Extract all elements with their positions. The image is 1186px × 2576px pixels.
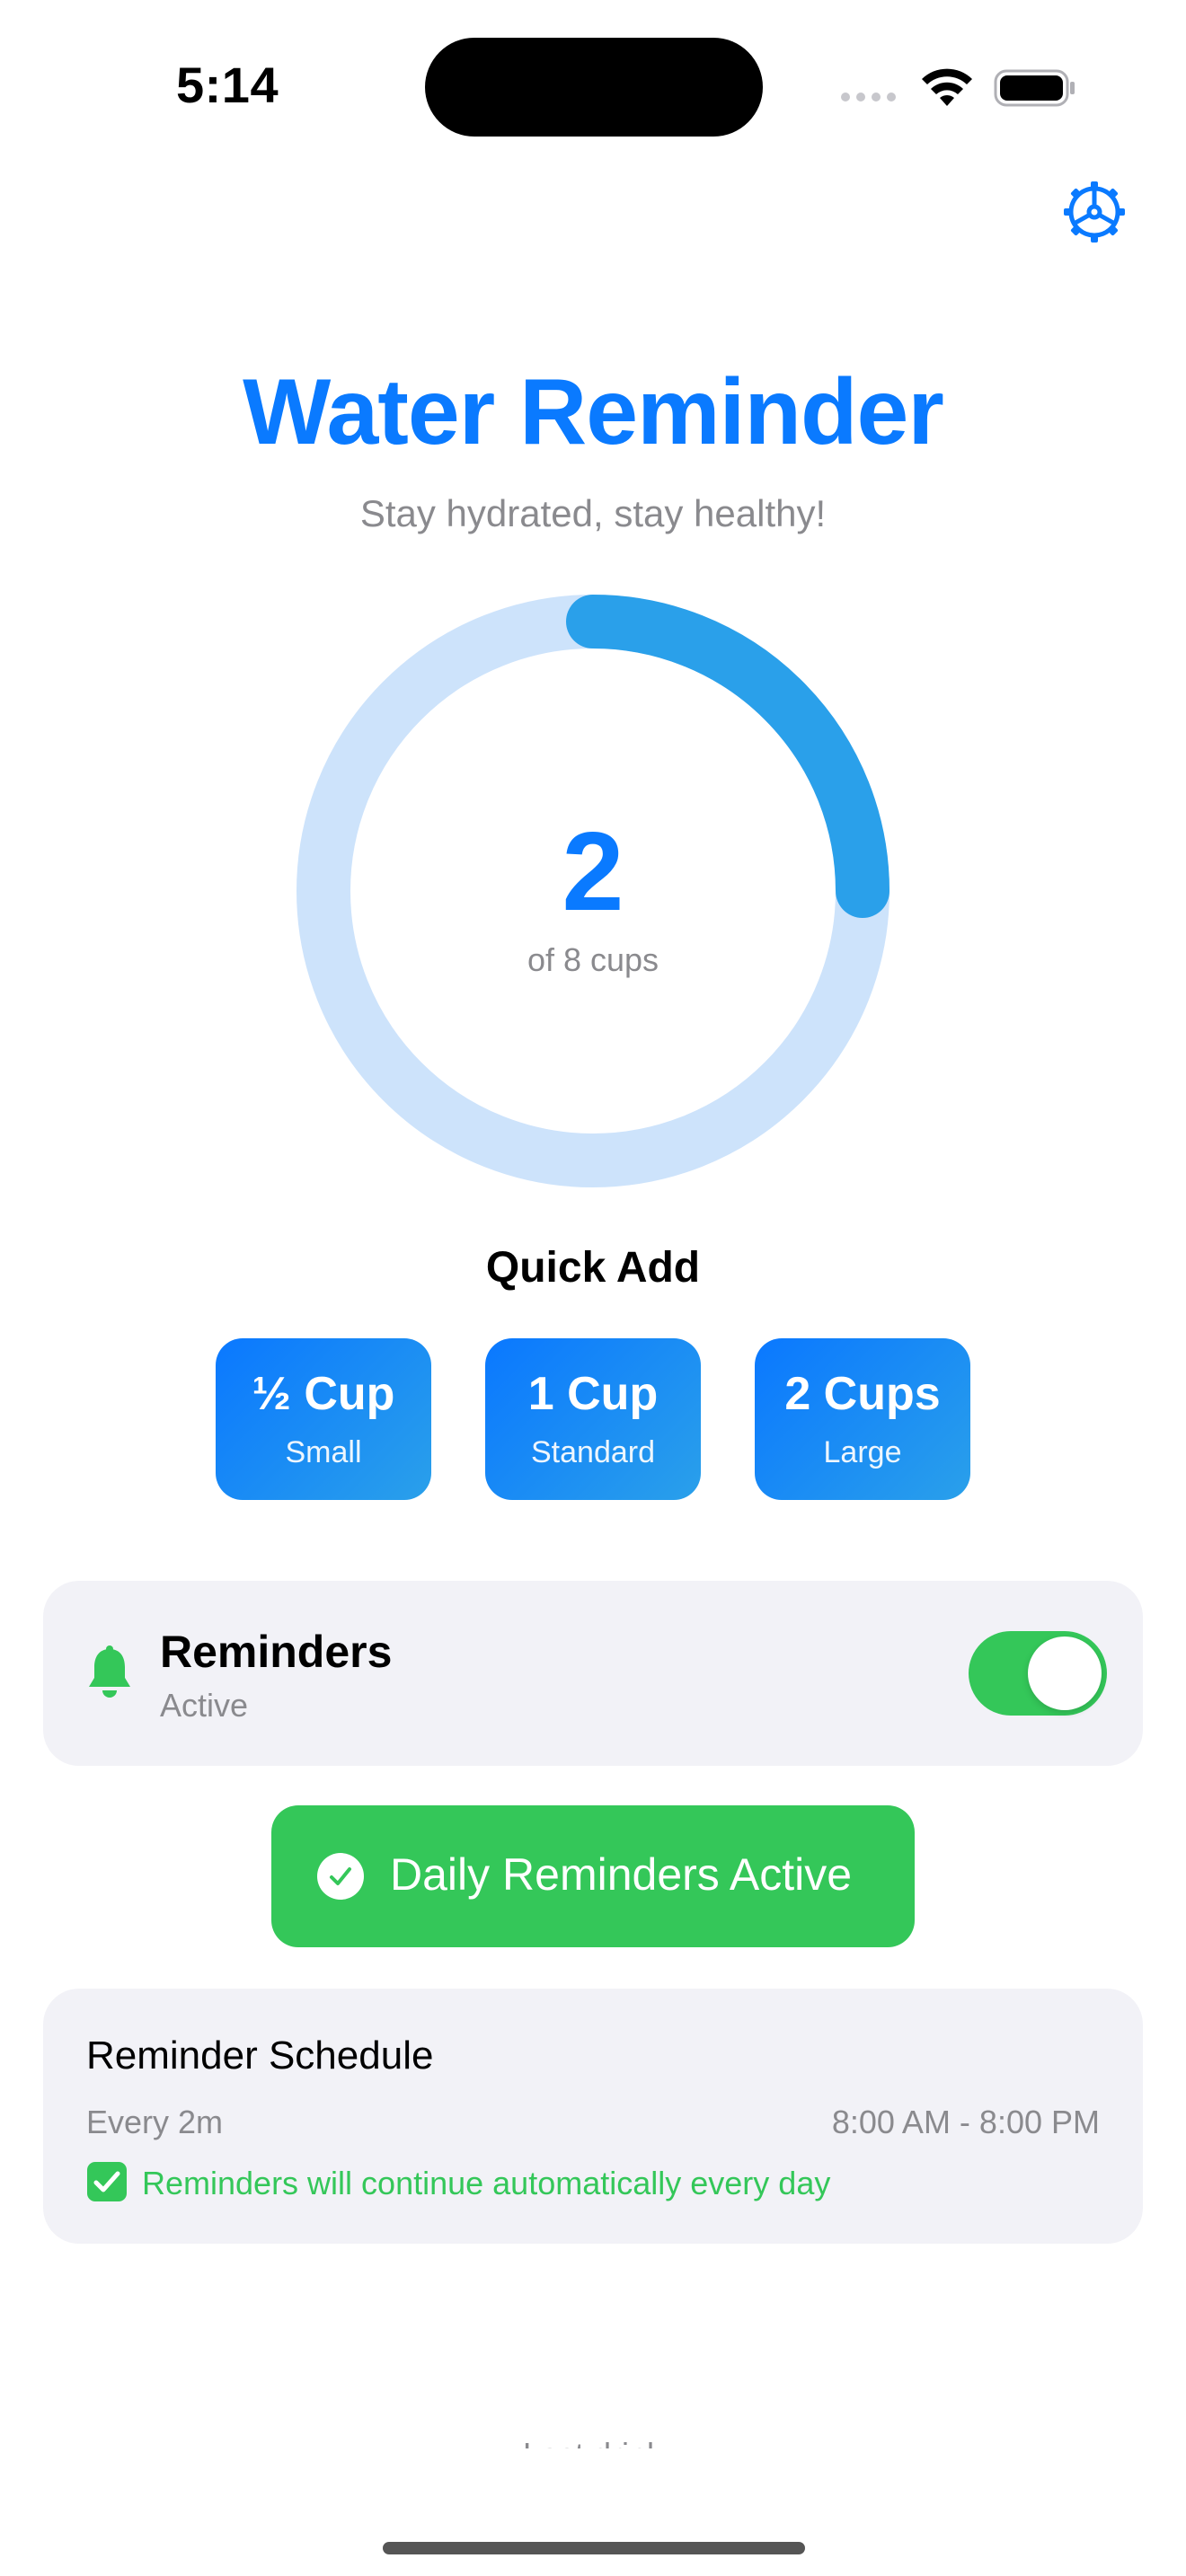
one-cup-sub: Standard bbox=[531, 1435, 655, 1469]
checkmark-circle-icon bbox=[317, 1853, 364, 1900]
reminders-title: Reminders bbox=[160, 1627, 393, 1677]
reminders-card: Reminders Active bbox=[43, 1581, 1143, 1766]
half-cup-button[interactable]: ½ Cup Small bbox=[216, 1338, 431, 1500]
toggle-knob bbox=[1028, 1636, 1102, 1710]
schedule-title: Reminder Schedule bbox=[86, 2033, 434, 2078]
daily-reminders-button[interactable]: Daily Reminders Active bbox=[271, 1805, 915, 1947]
check-box-icon bbox=[87, 2162, 127, 2201]
cups-count: 2 bbox=[562, 810, 624, 934]
last-drink-clip: Last drink bbox=[0, 2425, 1186, 2448]
schedule-note: Reminders will continue automatically ev… bbox=[142, 2165, 831, 2201]
two-cups-button[interactable]: 2 Cups Large bbox=[755, 1338, 970, 1500]
daily-reminders-label: Daily Reminders Active bbox=[390, 1849, 853, 1900]
reminders-status: Active bbox=[160, 1687, 249, 1724]
half-cup-label: ½ Cup bbox=[252, 1368, 395, 1420]
last-drink-label: Last drink bbox=[0, 2436, 1186, 2448]
dynamic-island bbox=[425, 38, 763, 137]
battery-icon bbox=[994, 69, 1075, 107]
reminders-toggle[interactable] bbox=[969, 1631, 1107, 1716]
schedule-card: Reminder Schedule Every 2m 8:00 AM - 8:0… bbox=[43, 1989, 1143, 2244]
quick-add-title: Quick Add bbox=[485, 1244, 701, 1292]
half-cup-sub: Small bbox=[285, 1435, 362, 1469]
home-indicator[interactable] bbox=[383, 2542, 805, 2554]
gear-icon[interactable] bbox=[1060, 178, 1128, 246]
cellular-signal-icon bbox=[841, 93, 896, 101]
two-cups-label: 2 Cups bbox=[784, 1368, 941, 1420]
two-cups-sub: Large bbox=[823, 1435, 902, 1469]
page-title: Water Reminder bbox=[243, 360, 944, 464]
schedule-interval: Every 2m bbox=[86, 2104, 224, 2140]
one-cup-label: 1 Cup bbox=[527, 1368, 659, 1420]
one-cup-button[interactable]: 1 Cup Standard bbox=[485, 1338, 701, 1500]
wifi-icon bbox=[922, 68, 972, 106]
screen: 5:14 Water Reminder Stay hydrated, stay … bbox=[0, 0, 1186, 2576]
page-subtitle: Stay hydrated, stay healthy! bbox=[359, 492, 827, 534]
schedule-hours: 8:00 AM - 8:00 PM bbox=[831, 2104, 1100, 2140]
status-time: 5:14 bbox=[176, 57, 279, 113]
cups-goal: of 8 cups bbox=[527, 941, 659, 978]
bell-icon bbox=[89, 1645, 130, 1698]
